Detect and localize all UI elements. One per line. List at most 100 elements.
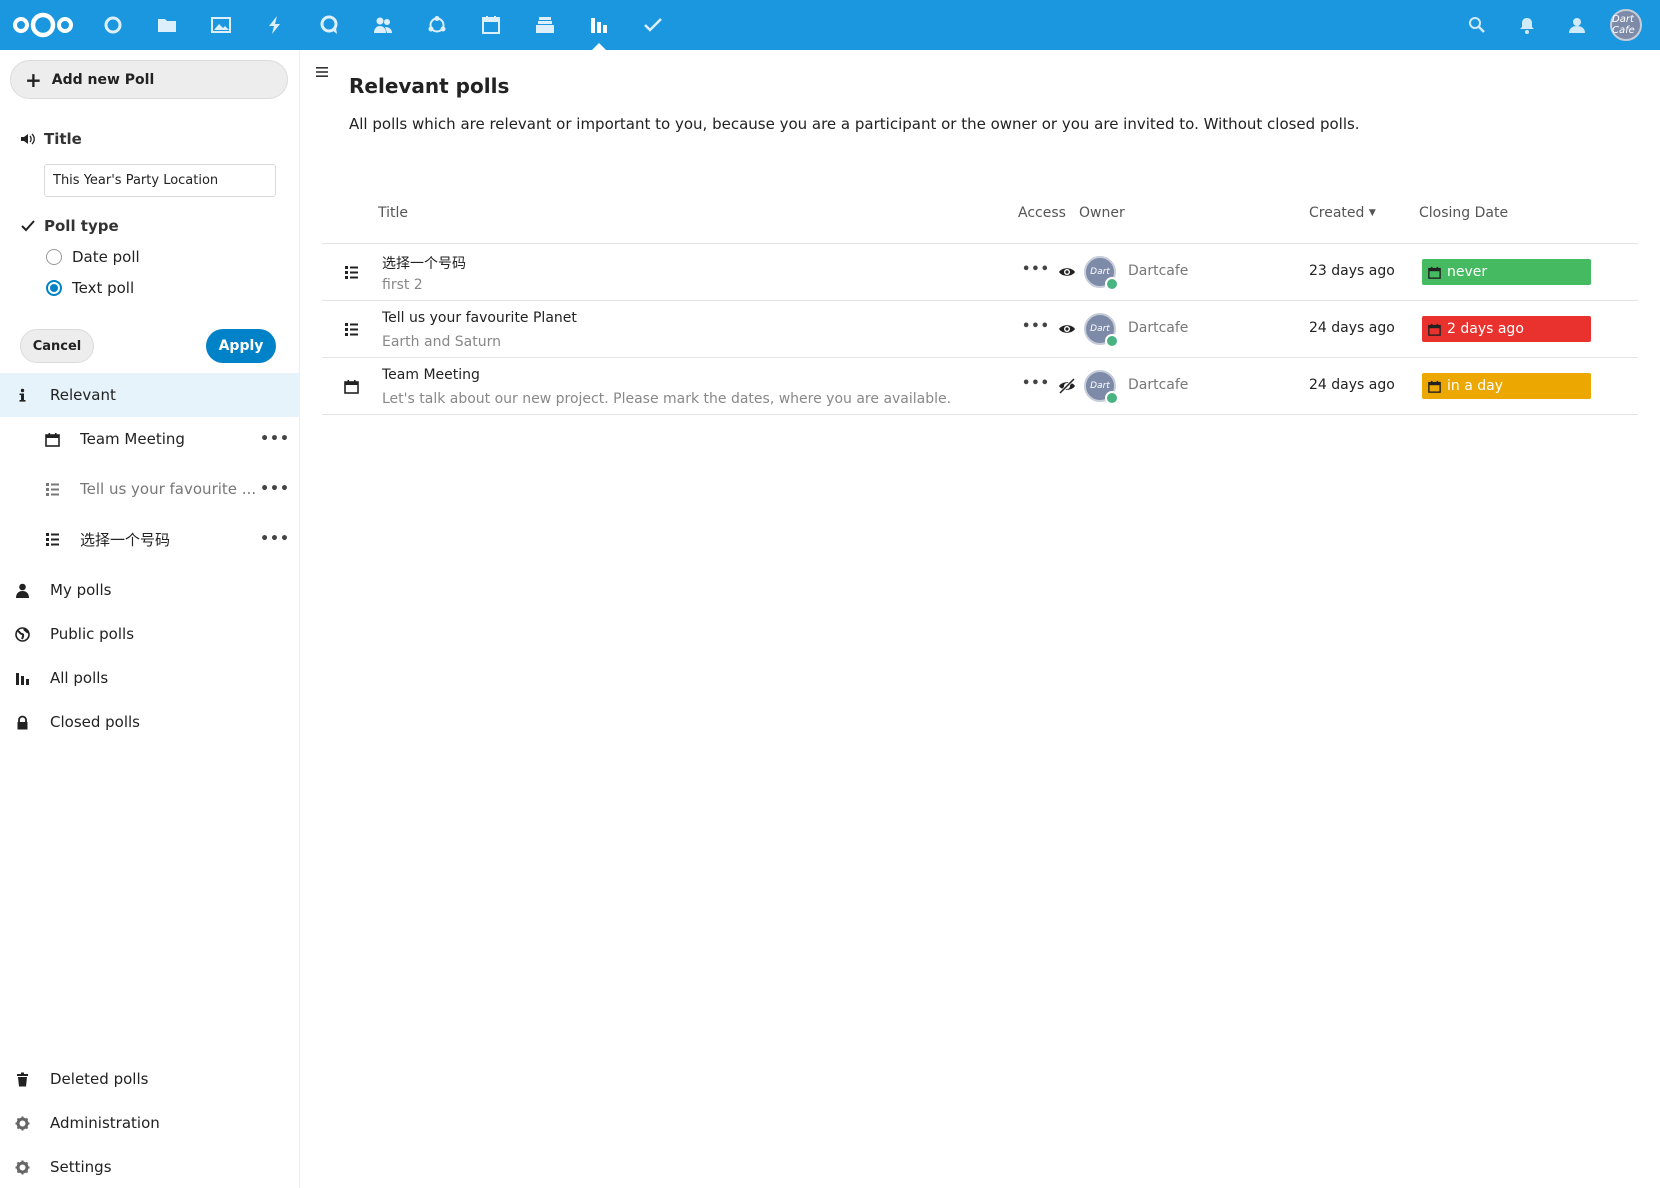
calendar-icon	[1428, 380, 1441, 393]
closing-date-text: 2 days ago	[1447, 321, 1524, 337]
sub-item-label: Tell us your favourite ...	[80, 480, 257, 498]
add-new-poll-button[interactable]: + Add new Poll	[10, 60, 288, 99]
nav-administration-label: Administration	[50, 1114, 160, 1132]
column-header-access[interactable]: Access	[1018, 205, 1066, 221]
sub-item-label: Team Meeting	[80, 430, 185, 448]
closing-date-badge: never	[1422, 259, 1591, 285]
calendar-icon[interactable]	[464, 0, 518, 50]
column-header-closing[interactable]: Closing Date	[1419, 205, 1508, 221]
nav-all-polls[interactable]: All polls	[0, 656, 300, 700]
nav-my-polls[interactable]: My polls	[0, 568, 300, 612]
eye-icon	[1059, 268, 1075, 276]
column-header-created-label: Created	[1309, 205, 1365, 221]
calendar-icon	[1428, 266, 1441, 279]
row-title[interactable]: Team Meeting	[382, 367, 480, 383]
radio-checked[interactable]	[46, 280, 62, 296]
tasks-icon[interactable]	[626, 0, 680, 50]
list-icon	[345, 323, 358, 336]
row-created: 23 days ago	[1309, 263, 1395, 279]
files-icon[interactable]	[140, 0, 194, 50]
nav-relevant[interactable]: Relevant	[0, 373, 300, 417]
eye-icon	[1059, 325, 1075, 333]
more-icon[interactable]: •••	[260, 431, 290, 447]
closing-date-text: in a day	[1447, 378, 1503, 394]
deck-icon[interactable]	[518, 0, 572, 50]
user-avatar[interactable]: Dart Cafe	[1610, 9, 1642, 41]
row-title[interactable]: 选择一个号码	[382, 253, 466, 273]
eye-off-icon	[1058, 378, 1076, 394]
calendar-icon	[1428, 323, 1441, 336]
photos-icon[interactable]	[194, 0, 248, 50]
nav-deleted-polls[interactable]: Deleted polls	[0, 1057, 300, 1101]
sub-item-favourite-planet[interactable]: Tell us your favourite ... •••	[30, 467, 290, 511]
contacts-icon[interactable]	[356, 0, 410, 50]
nav-public-polls-label: Public polls	[50, 625, 135, 643]
table-row[interactable]: Tell us your favourite Planet Earth and …	[322, 301, 1638, 358]
sort-caret-icon: ▼	[1368, 208, 1376, 218]
lock-icon	[0, 715, 44, 730]
row-owner: Dartcafe	[1128, 377, 1189, 393]
nav-administration[interactable]: Administration	[0, 1101, 300, 1145]
poll-title-value: This Year's Party Location	[53, 173, 219, 188]
sub-item-chinese-poll[interactable]: 选择一个号码 •••	[30, 517, 290, 561]
more-icon[interactable]: •••	[1022, 319, 1050, 334]
check-icon	[21, 220, 35, 232]
speaker-icon	[21, 133, 35, 145]
list-icon	[345, 266, 358, 279]
nav-public-polls[interactable]: Public polls	[0, 612, 300, 656]
nav-closed-polls[interactable]: Closed polls	[0, 700, 300, 744]
more-icon[interactable]: •••	[260, 531, 290, 547]
date-poll-radio[interactable]: Date poll	[46, 248, 140, 266]
poll-type-section-label: Poll type	[20, 217, 119, 235]
more-icon[interactable]: •••	[1022, 262, 1050, 277]
list-icon	[30, 482, 74, 497]
contacts-menu-icon[interactable]	[1552, 0, 1602, 50]
gear-icon	[0, 1116, 44, 1131]
user-icon	[0, 583, 44, 598]
trash-icon	[0, 1072, 44, 1087]
cancel-button[interactable]: Cancel	[20, 329, 94, 363]
globe-icon	[0, 626, 44, 642]
row-title[interactable]: Tell us your favourite Planet	[382, 310, 577, 326]
column-header-owner[interactable]: Owner	[1079, 205, 1125, 221]
nextcloud-logo[interactable]	[12, 8, 74, 42]
owner-avatar-text: Dart	[1090, 381, 1110, 391]
column-header-created[interactable]: Created ▼	[1309, 205, 1376, 221]
search-icon[interactable]	[1452, 0, 1502, 50]
text-poll-label: Text poll	[72, 279, 135, 297]
notifications-icon[interactable]	[1502, 0, 1552, 50]
row-description: Let's talk about our new project. Please…	[382, 391, 952, 407]
closing-date-text: never	[1447, 264, 1488, 280]
top-header: Dart Cafe	[0, 0, 1660, 50]
circles-icon[interactable]	[410, 0, 464, 50]
talk-icon[interactable]	[302, 0, 356, 50]
table-row[interactable]: 选择一个号码 first 2 ••• Dart Dartcafe 23 days…	[322, 244, 1638, 301]
date-poll-label: Date poll	[72, 248, 140, 266]
radio-unchecked[interactable]	[46, 249, 62, 265]
online-status-icon	[1105, 277, 1119, 291]
polls-icon[interactable]	[572, 0, 626, 50]
more-icon[interactable]: •••	[1022, 376, 1050, 391]
nav-settings-label: Settings	[50, 1158, 112, 1176]
nav-settings[interactable]: Settings	[0, 1145, 300, 1188]
app-navigation	[86, 0, 680, 50]
sub-item-label: 选择一个号码	[80, 530, 171, 549]
hamburger-menu-icon[interactable]	[314, 64, 330, 80]
poll-title-input[interactable]: This Year's Party Location	[44, 164, 276, 197]
nav-relevant-label: Relevant	[50, 386, 116, 404]
page-title: Relevant polls	[349, 74, 510, 98]
poll-type-section-text: Poll type	[44, 217, 119, 235]
apply-button[interactable]: Apply	[206, 329, 276, 363]
dashboard-icon[interactable]	[86, 0, 140, 50]
calendar-icon	[30, 432, 74, 447]
table-row[interactable]: Team Meeting Let's talk about our new pr…	[322, 358, 1638, 415]
list-icon	[30, 532, 74, 547]
column-header-title[interactable]: Title	[378, 205, 408, 221]
row-description: first 2	[382, 277, 423, 293]
sub-item-team-meeting[interactable]: Team Meeting •••	[30, 417, 290, 461]
activity-icon[interactable]	[248, 0, 302, 50]
more-icon[interactable]: •••	[260, 481, 290, 497]
row-owner: Dartcafe	[1128, 263, 1189, 279]
title-section-text: Title	[44, 130, 82, 148]
text-poll-radio[interactable]: Text poll	[46, 279, 134, 297]
